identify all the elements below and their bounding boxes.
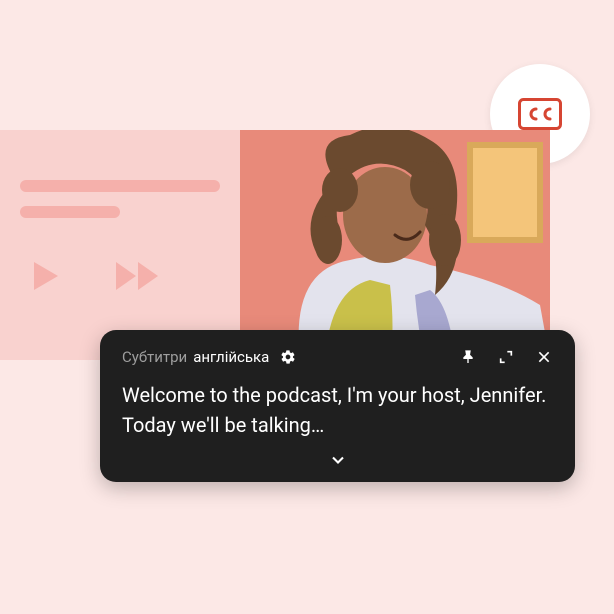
caption-header: Субтитри англійська [122,348,553,366]
player-controls [20,258,220,294]
fast-forward-icon[interactable] [114,258,162,294]
caption-language: англійська [193,348,269,366]
caption-text: Welcome to the podcast, I'm your host, J… [122,380,553,440]
caption-label: Субтитри [122,348,187,366]
caption-panel: Субтитри англійська Welcome to the p [100,330,575,482]
player-panel [0,130,240,360]
placeholder-bar [20,206,120,218]
pin-icon[interactable] [459,348,477,366]
gear-icon[interactable] [279,348,297,366]
play-icon[interactable] [28,258,64,294]
video-thumbnail [240,130,550,360]
chevron-down-icon[interactable] [122,446,553,474]
close-icon[interactable] [535,348,553,366]
cc-icon [518,98,562,130]
placeholder-bar [20,180,220,192]
expand-icon[interactable] [497,348,515,366]
